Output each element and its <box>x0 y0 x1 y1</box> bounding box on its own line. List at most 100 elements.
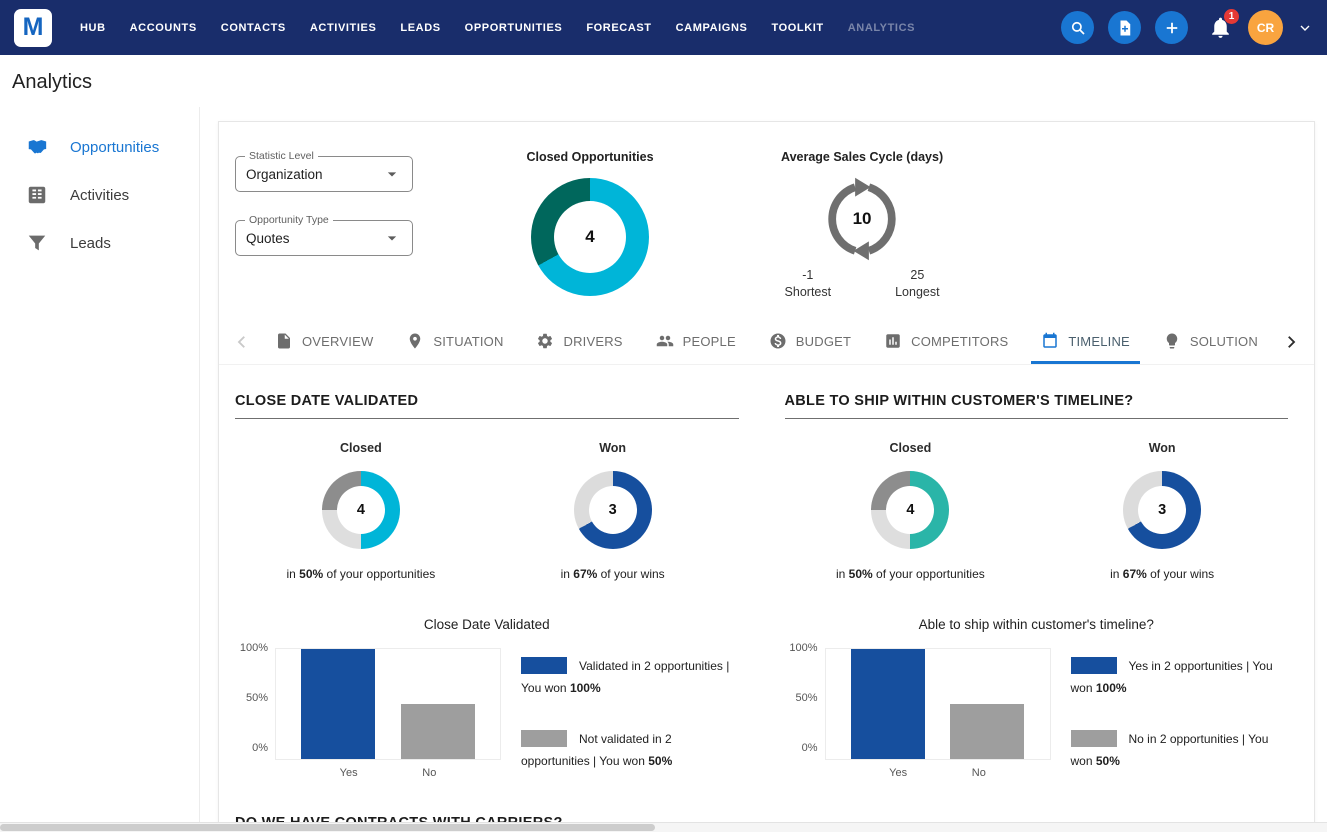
tab-label: SITUATION <box>433 334 503 349</box>
opportunity-type-label: Opportunity Type <box>245 214 333 226</box>
legend-item: Yes in 2 opportunities | You won 100% <box>1071 656 1289 699</box>
tab-overview[interactable]: OVERVIEW <box>265 319 383 364</box>
legend-item: Validated in 2 opportunities | You won 1… <box>521 656 739 699</box>
page-content: Opportunities Activities Leads Statistic… <box>0 107 1327 832</box>
account-menu-button[interactable] <box>1297 20 1313 36</box>
legend-item: No in 2 opportunities | You won 50% <box>1071 729 1289 772</box>
nav-accounts[interactable]: ACCOUNTS <box>118 12 209 44</box>
nav-toolkit[interactable]: TOOLKIT <box>759 12 835 44</box>
topnav-actions: 1 CR <box>1061 10 1313 45</box>
sidebar-item-label: Leads <box>70 235 111 252</box>
won-donut-cell: Won 3 in 67% of your wins <box>487 441 739 581</box>
plus-icon <box>1163 19 1181 37</box>
legend-swatch-gray <box>521 730 567 747</box>
chart-title: Able to ship within customer's timeline? <box>785 617 1289 632</box>
nav-activities[interactable]: ACTIVITIES <box>298 12 389 44</box>
tab-people[interactable]: PEOPLE <box>646 319 746 364</box>
tab-situation[interactable]: SITUATION <box>396 319 513 364</box>
section-close-date-validated: CLOSE DATE VALIDATED Closed 4 in 50% of … <box>235 393 739 779</box>
won-donut: 3 <box>574 471 652 549</box>
donut-value: 4 <box>906 502 914 518</box>
tabs-scroll-left-button[interactable] <box>227 325 257 359</box>
file-plus-icon <box>1116 19 1134 37</box>
section-title: ABLE TO SHIP WITHIN CUSTOMER'S TIMELINE? <box>785 393 1289 419</box>
nav-campaigns[interactable]: CAMPAIGNS <box>664 12 760 44</box>
able-to-ship-chart: Able to ship within customer's timeline?… <box>785 617 1289 779</box>
bar-yes <box>851 649 925 759</box>
legend-swatch-blue <box>1071 657 1117 674</box>
tabs-scroll-right-button[interactable] <box>1276 325 1306 359</box>
sidebar-item-label: Opportunities <box>70 139 159 156</box>
nav-contacts[interactable]: CONTACTS <box>209 12 298 44</box>
chevron-down-icon <box>1297 20 1313 36</box>
dollar-circle-icon <box>769 332 787 350</box>
list-icon <box>26 184 48 206</box>
app-logo-letter: M <box>23 13 44 42</box>
bar-no <box>950 704 1024 759</box>
donut-title: Closed <box>340 441 382 455</box>
donut-title: Closed <box>890 441 932 455</box>
add-button[interactable] <box>1155 11 1188 44</box>
chart-legend: Yes in 2 opportunities | You won 100% No… <box>1071 656 1289 772</box>
plot-area <box>825 648 1051 760</box>
longest-cycle: 25 Longest <box>895 268 939 299</box>
donut-title: Won <box>599 441 626 455</box>
plot-area <box>275 648 501 760</box>
sales-cycle-stats: -1 Shortest 25 Longest <box>785 268 940 299</box>
people-icon <box>656 332 674 350</box>
tab-label: OVERVIEW <box>302 334 373 349</box>
calendar-icon <box>1041 332 1059 350</box>
horizontal-scrollbar[interactable] <box>0 822 1327 832</box>
sidebar-item-leads[interactable]: Leads <box>0 219 199 267</box>
legend-swatch-blue <box>521 657 567 674</box>
y-axis: 100% 50% 0% <box>785 642 825 754</box>
page-title: Analytics <box>0 55 1327 107</box>
donut-value: 3 <box>1158 502 1166 518</box>
closed-opportunities-kpi: Closed Opportunities 4 <box>465 150 715 299</box>
statistic-level-label: Statistic Level <box>245 150 318 162</box>
sidebar-item-activities[interactable]: Activities <box>0 171 199 219</box>
tab-solution[interactable]: SOLUTION <box>1153 319 1268 364</box>
donut-value: 3 <box>609 502 617 518</box>
sales-cycle-title: Average Sales Cycle (days) <box>781 150 943 164</box>
nav-leads[interactable]: LEADS <box>388 12 452 44</box>
tab-timeline[interactable]: TIMELINE <box>1031 319 1140 364</box>
funnel-icon <box>26 232 48 254</box>
opportunity-type-select[interactable]: Opportunity Type Quotes <box>235 220 413 256</box>
tab-drivers[interactable]: DRIVERS <box>526 319 632 364</box>
timeline-sections: CLOSE DATE VALIDATED Closed 4 in 50% of … <box>219 365 1314 779</box>
legend-item: Not validated in 2 opportunities | You w… <box>521 729 739 772</box>
donut-title: Won <box>1149 441 1176 455</box>
nav-opportunities[interactable]: OPPORTUNITIES <box>453 12 575 44</box>
avatar[interactable]: CR <box>1248 10 1283 45</box>
new-document-button[interactable] <box>1108 11 1141 44</box>
nav-forecast[interactable]: FORECAST <box>574 12 663 44</box>
statistic-level-select[interactable]: Statistic Level Organization <box>235 156 413 192</box>
shortest-label: Shortest <box>785 285 832 299</box>
app-logo[interactable]: M <box>14 9 52 47</box>
notifications-button[interactable]: 1 <box>1208 15 1234 41</box>
tab-budget[interactable]: BUDGET <box>759 319 861 364</box>
tab-label: PEOPLE <box>683 334 736 349</box>
tab-competitors[interactable]: COMPETITORS <box>874 319 1018 364</box>
longest-value: 25 <box>895 268 939 282</box>
tab-bar: OVERVIEW SITUATION DRIVERS PEOPLE BUDGET <box>219 319 1314 365</box>
sidebar-item-opportunities[interactable]: Opportunities <box>0 123 199 171</box>
search-button[interactable] <box>1061 11 1094 44</box>
nav-analytics[interactable]: ANALYTICS <box>836 12 927 44</box>
closed-opportunities-value: 4 <box>585 227 594 247</box>
nav-hub[interactable]: HUB <box>68 12 118 44</box>
sidebar-item-label: Activities <box>70 187 129 204</box>
won-donut-cell: Won 3 in 67% of your wins <box>1036 441 1288 581</box>
donut-value: 4 <box>357 502 365 518</box>
closed-opportunities-title: Closed Opportunities <box>526 150 653 164</box>
horizontal-scrollbar-thumb[interactable] <box>0 824 655 831</box>
chevron-right-icon <box>1282 333 1300 351</box>
donut-caption: in 67% of your wins <box>561 567 665 581</box>
opportunity-type-value: Quotes <box>246 231 290 246</box>
analytics-card: Statistic Level Organization Opportunity… <box>218 121 1315 832</box>
bar-no <box>401 704 475 759</box>
kpi-row: Statistic Level Organization Opportunity… <box>219 122 1314 299</box>
legend-swatch-gray <box>1071 730 1117 747</box>
search-icon <box>1069 19 1087 37</box>
